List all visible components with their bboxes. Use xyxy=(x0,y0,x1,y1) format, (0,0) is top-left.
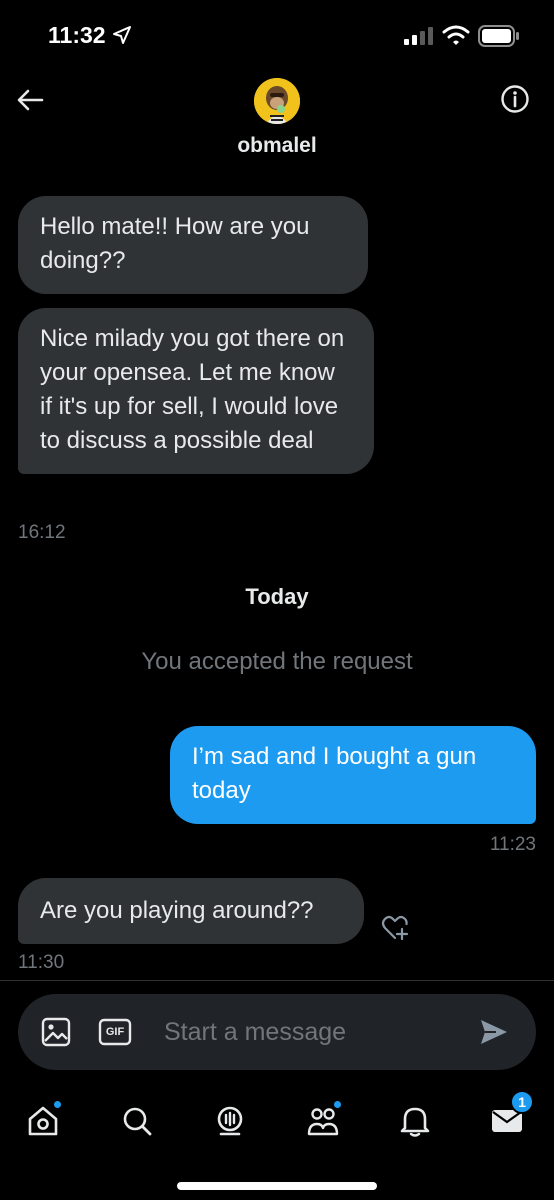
search-icon xyxy=(123,1107,152,1136)
tab-spaces[interactable] xyxy=(207,1098,253,1144)
incoming-message-bubble[interactable]: Nice milady you got there on your opense… xyxy=(18,308,374,474)
message-composer: GIF xyxy=(18,994,536,1070)
tab-messages[interactable]: 1 xyxy=(484,1090,534,1144)
spaces-icon xyxy=(217,1106,243,1136)
avatar[interactable] xyxy=(254,78,300,124)
composer-divider xyxy=(0,980,554,981)
incoming-message-bubble[interactable]: Are you playing around?? xyxy=(18,878,364,944)
conversation-partner-name[interactable]: obmalel xyxy=(0,134,554,158)
message-timestamp: 11:30 xyxy=(18,952,65,973)
home-icon xyxy=(28,1106,58,1136)
gif-button[interactable]: GIF xyxy=(98,1016,132,1048)
back-button[interactable] xyxy=(12,82,48,118)
tab-notifications[interactable] xyxy=(392,1098,438,1144)
info-icon xyxy=(501,85,529,113)
battery-icon xyxy=(478,25,519,47)
bell-icon xyxy=(400,1107,430,1137)
message-timestamp: 11:23 xyxy=(489,834,536,855)
gif-label: GIF xyxy=(105,1026,125,1038)
messages-badge: 1 xyxy=(510,1090,534,1114)
message-input[interactable] xyxy=(164,1012,464,1052)
tab-communities[interactable] xyxy=(300,1098,346,1144)
add-reaction-icon[interactable] xyxy=(380,912,410,942)
back-arrow-icon xyxy=(17,89,44,111)
home-indicator xyxy=(177,1182,377,1190)
communities-icon xyxy=(307,1108,339,1136)
info-button[interactable] xyxy=(498,82,532,116)
conversation-header: obmalel xyxy=(0,72,554,172)
image-icon[interactable] xyxy=(40,1016,72,1048)
system-note: You accepted the request xyxy=(141,648,413,675)
tab-search[interactable] xyxy=(114,1098,160,1144)
cellular-signal-icon xyxy=(404,27,433,45)
incoming-message-bubble[interactable]: Hello mate!! How are you doing?? xyxy=(18,196,368,294)
wifi-icon xyxy=(442,25,470,45)
day-separator: Today xyxy=(245,584,309,609)
status-bar: 11:32 xyxy=(0,0,554,72)
bottom-tab-bar: 1 xyxy=(0,1086,554,1156)
status-time: 11:32 xyxy=(48,22,106,48)
communities-notification-dot xyxy=(333,1100,342,1109)
message-timestamp: 16:12 xyxy=(18,522,66,543)
send-icon[interactable] xyxy=(478,1016,510,1048)
home-notification-dot xyxy=(53,1100,62,1109)
outgoing-message-bubble[interactable]: I’m sad and I bought a gun today xyxy=(170,726,536,824)
location-arrow-icon xyxy=(113,26,131,44)
ape-avatar-icon xyxy=(254,78,300,124)
tab-home[interactable] xyxy=(20,1098,66,1144)
